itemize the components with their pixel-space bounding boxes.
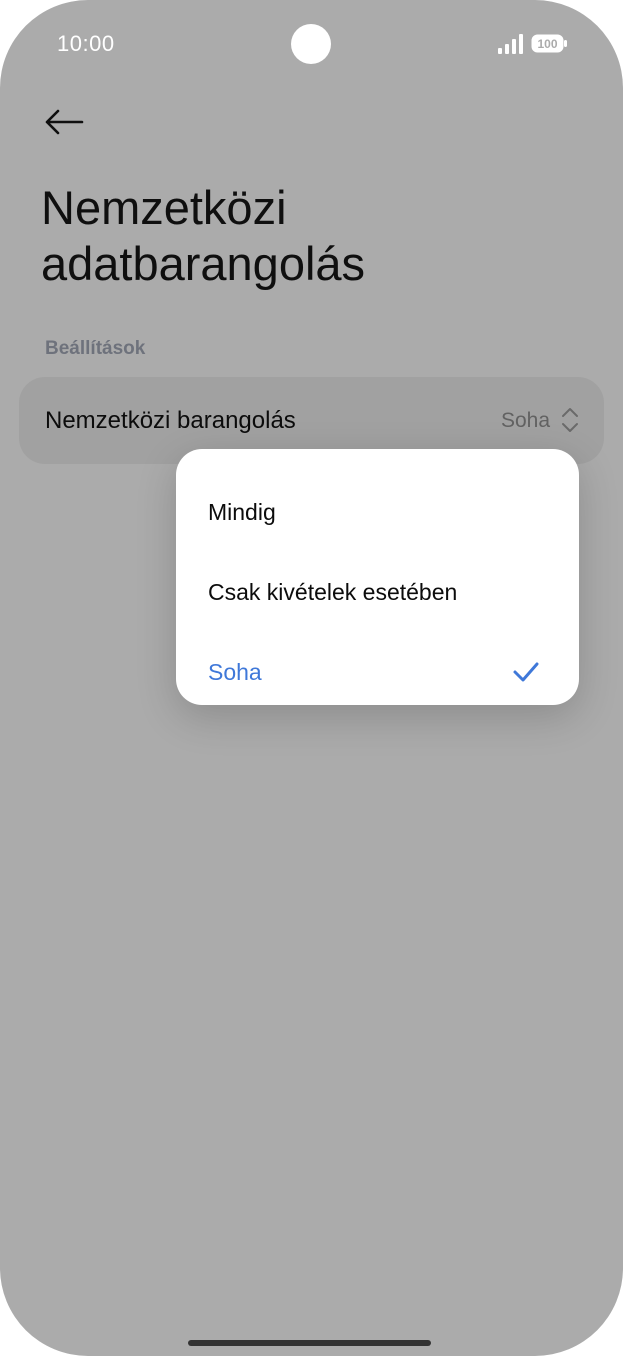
page-title-line1: Nemzetközi (41, 181, 287, 234)
home-indicator[interactable] (188, 1340, 431, 1346)
battery-icon: 100 (531, 34, 567, 53)
status-bar: 10:00 100 (0, 0, 623, 90)
back-button[interactable] (36, 98, 92, 146)
checkmark-icon (513, 662, 539, 682)
setting-label: Nemzetközi barangolás (45, 407, 296, 434)
phone-screen: 10:00 100 Nemzetközi adatbarangolás Beál… (0, 0, 623, 1356)
section-label: Beállítások (45, 338, 146, 359)
option-soha[interactable]: Soha (176, 625, 579, 705)
signal-icon (498, 34, 523, 54)
option-label: Soha (208, 659, 262, 685)
battery-level: 100 (537, 37, 557, 51)
option-mindig[interactable]: Mindig (176, 465, 579, 545)
page-title-line2: adatbarangolás (41, 237, 366, 290)
chevron-up-down-icon (562, 408, 578, 432)
status-time: 10:00 (57, 31, 115, 56)
option-label: Csak kivételek esetében (208, 579, 458, 605)
setting-value: Soha (500, 409, 550, 432)
option-csak-kivetelek[interactable]: Csak kivételek esetében (176, 545, 579, 625)
roaming-options-menu: Mindig Csak kivételek esetében Soha (176, 449, 579, 705)
camera-cutout (291, 24, 331, 64)
option-label: Mindig (208, 499, 276, 525)
page-title: Nemzetközi adatbarangolás (41, 180, 581, 292)
arrow-left-icon (45, 109, 84, 135)
